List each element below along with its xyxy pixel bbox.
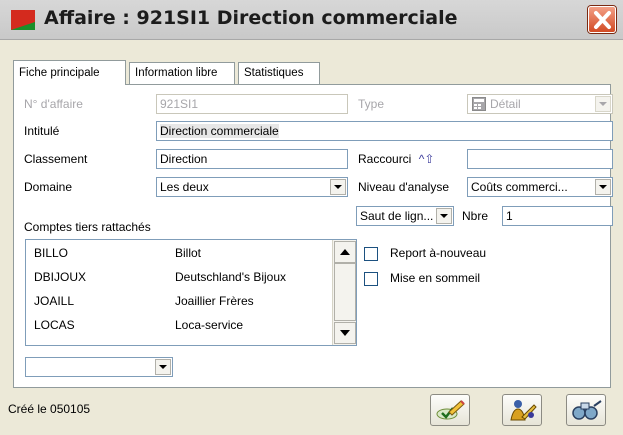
scroll-down-button[interactable]: [334, 322, 356, 344]
validate-button[interactable]: [430, 394, 470, 426]
domaine-label: Domaine: [24, 180, 73, 194]
nbre-field[interactable]: 1: [502, 206, 613, 226]
person-icon: [510, 400, 537, 421]
niveau-label: Niveau d'analyse: [358, 180, 450, 194]
intitule-field[interactable]: Direction commerciale: [156, 121, 613, 141]
classement-field[interactable]: Direction: [156, 149, 348, 169]
close-button[interactable]: [588, 6, 616, 33]
search-button[interactable]: [566, 394, 606, 426]
type-value: Détail: [490, 97, 521, 111]
close-icon: [594, 11, 611, 29]
compte-code: JOAILL: [34, 294, 75, 308]
tab-statistiques[interactable]: Statistiques: [238, 62, 320, 84]
chevron-up-icon: [340, 249, 350, 255]
compte-code: LOCAS: [34, 318, 75, 332]
list-scrollbar[interactable]: [332, 240, 356, 345]
compte-name: Loca-service: [175, 318, 244, 332]
scroll-up-button[interactable]: [334, 241, 356, 263]
list-item[interactable]: DBIJOUX Deutschland's Bijoux: [26, 267, 331, 289]
intitule-label: Intitulé: [24, 124, 60, 138]
chevron-down-icon[interactable]: [155, 359, 171, 375]
numero-field[interactable]: 921SI1: [156, 94, 348, 114]
chevron-down-icon[interactable]: [595, 96, 611, 112]
comptes-combo[interactable]: [25, 357, 173, 377]
raccourci-label: Raccourci ^⇧: [358, 152, 434, 166]
report-checkbox[interactable]: [364, 247, 378, 261]
type-label: Type: [358, 97, 385, 111]
compte-name: Deutschland's Bijoux: [175, 270, 287, 284]
niveau-combo[interactable]: Coûts commerci...: [467, 177, 613, 197]
list-item[interactable]: JOAILL Joaillier Frères: [26, 291, 331, 313]
list-item[interactable]: BILLO Billot: [26, 243, 331, 265]
numero-label: N° d'affaire: [24, 97, 83, 111]
window-title: Affaire : 921SI1 Direction commerciale: [44, 7, 458, 29]
chevron-down-icon[interactable]: [330, 179, 346, 195]
domaine-combo[interactable]: Les deux: [156, 177, 348, 197]
raccourci-field[interactable]: [467, 149, 613, 169]
chevron-down-icon[interactable]: [436, 208, 452, 224]
raccourci-text: Raccourci: [358, 152, 412, 166]
chevron-down-icon[interactable]: [595, 179, 611, 195]
domaine-value: Les deux: [160, 180, 209, 194]
tab-information-libre[interactable]: Information libre: [129, 62, 235, 84]
person-button[interactable]: [502, 394, 542, 426]
shortcut-icon: ^⇧: [418, 152, 435, 166]
comptes-label: Comptes tiers rattachés: [24, 220, 151, 234]
type-combo[interactable]: Détail: [467, 94, 613, 114]
sommeil-label: Mise en sommeil: [390, 271, 481, 285]
sommeil-checkbox[interactable]: [364, 272, 378, 286]
compte-code: BILLO: [34, 246, 69, 260]
pencil-check-icon: [436, 400, 465, 420]
folder-icon: [11, 10, 35, 30]
intitule-value: Direction commerciale: [160, 124, 279, 138]
saut-combo[interactable]: Saut de lign...: [356, 206, 454, 226]
compte-name: Joaillier Frères: [175, 294, 254, 308]
calculator-icon: [472, 97, 486, 111]
compte-name: Billot: [175, 246, 202, 260]
title-bar: Affaire : 921SI1 Direction commerciale: [0, 0, 623, 40]
scroll-thumb[interactable]: [334, 263, 356, 321]
compte-code: DBIJOUX: [34, 270, 87, 284]
comptes-listbox[interactable]: BILLO Billot DBIJOUX Deutschland's Bijou…: [25, 239, 357, 346]
chevron-down-icon: [340, 330, 350, 336]
saut-value: Saut de lign...: [360, 209, 434, 223]
binoculars-icon: [572, 400, 602, 420]
created-date: Créé le 050105: [8, 402, 91, 416]
tab-fiche-principale[interactable]: Fiche principale: [13, 60, 126, 85]
nbre-label: Nbre: [462, 209, 489, 223]
report-label: Report à-nouveau: [390, 246, 487, 260]
list-item[interactable]: LOCAS Loca-service: [26, 315, 331, 337]
niveau-value: Coûts commerci...: [471, 180, 568, 194]
classement-label: Classement: [24, 152, 88, 166]
